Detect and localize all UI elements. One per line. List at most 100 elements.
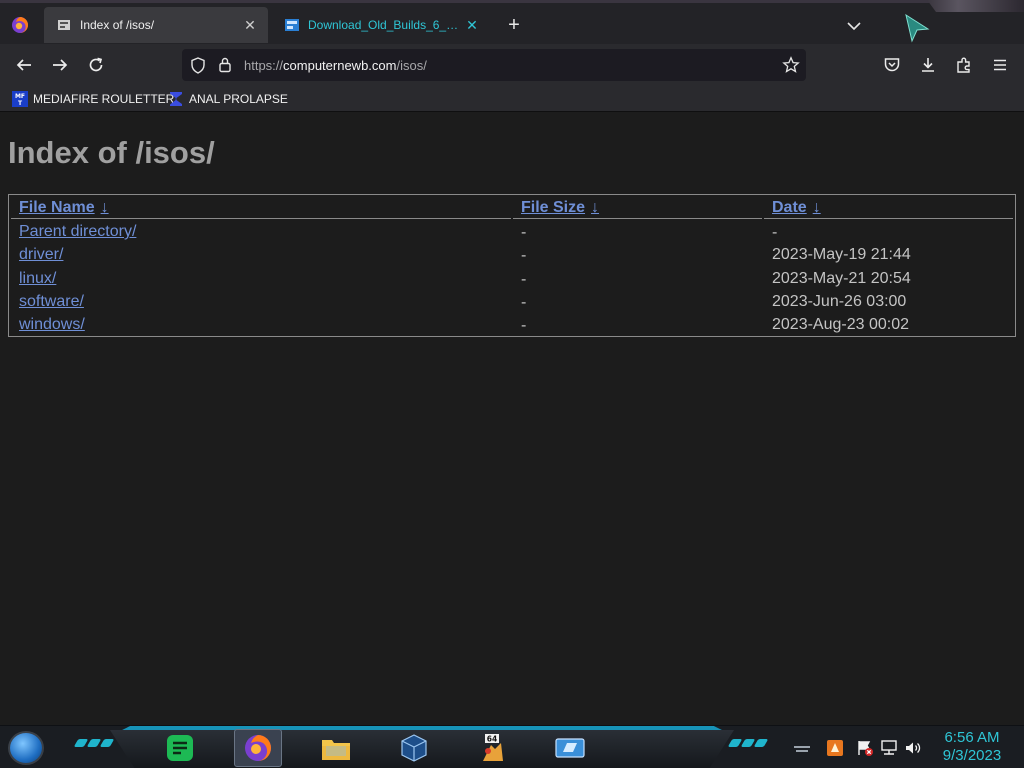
firefox-icon bbox=[12, 17, 28, 33]
arrow-right-icon bbox=[53, 59, 68, 71]
taskbar-app-firefox[interactable] bbox=[234, 729, 282, 767]
virtualbox-icon bbox=[401, 734, 427, 762]
sigma-icon bbox=[170, 92, 182, 106]
column-header-label: File Size bbox=[521, 199, 586, 216]
arrow-left-icon bbox=[16, 59, 31, 71]
directory-listing-table: File Name ↓ File Size ↓ Date ↓ Parent direc… bbox=[8, 194, 1016, 337]
tray-volume[interactable] bbox=[903, 738, 923, 758]
header-divider bbox=[764, 218, 1013, 219]
tracking-shield-icon[interactable] bbox=[190, 57, 206, 74]
row-name-link[interactable]: Parent directory/ bbox=[19, 223, 136, 241]
url-host: computernewb.com bbox=[283, 58, 397, 73]
tray-network[interactable] bbox=[879, 738, 899, 758]
url-text: https://computernewb.com/isos/ bbox=[244, 58, 427, 73]
remote-desktop-icon bbox=[555, 738, 585, 758]
row-size: - bbox=[521, 317, 527, 334]
firefox-icon bbox=[245, 735, 271, 761]
tray-app-alert[interactable] bbox=[825, 738, 845, 758]
tray-chevron-icon bbox=[794, 746, 810, 752]
back-button[interactable] bbox=[12, 53, 36, 77]
tray-action-center[interactable] bbox=[855, 738, 875, 758]
reload-icon bbox=[89, 57, 103, 72]
column-header-label: Date bbox=[772, 199, 807, 216]
row-name-link[interactable]: driver/ bbox=[19, 246, 63, 264]
puzzle-piece-icon bbox=[957, 57, 970, 73]
address-bar[interactable]: https://computernewb.com/isos/ bbox=[182, 49, 806, 81]
network-icon bbox=[881, 740, 897, 755]
compiler-64-icon: 64 bbox=[483, 734, 503, 761]
row-date: 2023-Jun-26 03:00 bbox=[772, 293, 907, 310]
svg-text:64: 64 bbox=[487, 735, 497, 744]
list-all-tabs-button[interactable] bbox=[843, 15, 865, 37]
row-size: - bbox=[521, 247, 527, 264]
column-header-label: File Name bbox=[19, 199, 95, 216]
url-path: /isos/ bbox=[396, 58, 427, 73]
tray-expand-button[interactable] bbox=[792, 738, 812, 758]
bookmark-mediafire-rouletter[interactable]: MF T MEDIAFIRE ROULETTER bbox=[12, 89, 174, 109]
flag-error-icon bbox=[858, 741, 873, 756]
row-size: - bbox=[521, 294, 527, 311]
row-size: - bbox=[521, 271, 527, 288]
svg-text:MF: MF bbox=[15, 93, 25, 100]
reload-button[interactable] bbox=[84, 53, 108, 77]
sort-arrow-icon: ↓ bbox=[812, 199, 821, 216]
pocket-button[interactable] bbox=[880, 53, 904, 77]
chevron-down-icon bbox=[847, 22, 861, 31]
file-explorer-icon bbox=[322, 740, 350, 760]
row-date: 2023-May-21 20:54 bbox=[772, 270, 911, 287]
firefox-view-button[interactable] bbox=[6, 11, 34, 39]
tab-strip: Index of /isos/ ✕ Download_Old_Builds_6_… bbox=[0, 0, 1024, 44]
clock-time: 6:56 AM bbox=[944, 729, 1000, 746]
url-scheme: https:// bbox=[244, 58, 284, 73]
bookmark-anal-prolapse[interactable]: ANAL PROLAPSE bbox=[168, 89, 288, 109]
bookmark-label: MEDIAFIRE ROULETTER bbox=[33, 92, 175, 106]
tab-index-isos[interactable]: Index of /isos/ ✕ bbox=[44, 7, 268, 43]
taskbar-app-compiler-64[interactable]: 64 bbox=[468, 729, 516, 767]
theme-cursor-icon bbox=[905, 13, 930, 43]
taskbar-app-remote-desktop[interactable] bbox=[546, 729, 594, 767]
taskbar-app-notes[interactable] bbox=[156, 729, 204, 767]
taskbar-app-file-explorer[interactable] bbox=[312, 729, 360, 767]
new-tab-button[interactable]: + bbox=[503, 15, 525, 37]
globe-page-icon bbox=[58, 20, 70, 30]
bookmark-star-icon[interactable] bbox=[782, 56, 800, 74]
downloads-button[interactable] bbox=[916, 53, 940, 77]
sort-arrow-icon: ↓ bbox=[591, 199, 600, 216]
row-date: 2023-Aug-23 00:02 bbox=[772, 316, 909, 333]
row-name-link[interactable]: linux/ bbox=[19, 270, 56, 288]
column-header-file-size[interactable]: File Size ↓ bbox=[521, 199, 599, 217]
header-divider bbox=[11, 218, 511, 219]
row-name-link[interactable]: software/ bbox=[19, 293, 84, 311]
navigation-toolbar: https://computernewb.com/isos/ bbox=[0, 44, 1024, 86]
extensions-button[interactable] bbox=[952, 53, 976, 77]
close-tab-icon[interactable]: ✕ bbox=[462, 15, 482, 35]
close-tab-icon[interactable]: ✕ bbox=[240, 15, 260, 35]
notes-app-icon bbox=[167, 735, 193, 761]
tab-download-old-builds[interactable]: Download_Old_Builds_6_1 – Or ✕ bbox=[272, 7, 490, 43]
taskbar-decoration bbox=[727, 739, 769, 747]
column-header-date[interactable]: Date ↓ bbox=[772, 199, 821, 217]
hamburger-menu-icon bbox=[994, 59, 1006, 71]
pocket-icon bbox=[884, 58, 900, 72]
app-menu-button[interactable] bbox=[988, 53, 1012, 77]
lock-icon[interactable] bbox=[218, 56, 232, 73]
speaker-icon bbox=[906, 742, 921, 754]
bookmark-label: ANAL PROLAPSE bbox=[189, 92, 288, 106]
system-clock[interactable]: 6:56 AM 9/3/2023 bbox=[930, 729, 1014, 765]
taskbar-app-virtualbox[interactable] bbox=[390, 729, 438, 767]
taskbar-decoration bbox=[73, 739, 115, 747]
row-name-link[interactable]: windows/ bbox=[19, 316, 85, 334]
row-size: - bbox=[521, 224, 527, 241]
column-header-file-name[interactable]: File Name ↓ bbox=[19, 199, 109, 217]
tab-title: Index of /isos/ bbox=[80, 18, 155, 32]
forward-button[interactable] bbox=[48, 53, 72, 77]
row-date: 2023-May-19 21:44 bbox=[772, 246, 911, 263]
taskbar: 64 6:56 AM 9/3/2023 bbox=[0, 725, 1024, 768]
start-button[interactable] bbox=[8, 731, 44, 765]
tab-title: Download_Old_Builds_6_1 – Or bbox=[308, 18, 462, 32]
sort-arrow-icon: ↓ bbox=[100, 199, 109, 216]
tray-app-icon bbox=[827, 740, 843, 756]
header-divider bbox=[513, 218, 762, 219]
page-content: Index of /isos/ File Name ↓ File Size ↓ Da… bbox=[0, 113, 1024, 725]
page-title: Index of /isos/ bbox=[8, 135, 215, 170]
